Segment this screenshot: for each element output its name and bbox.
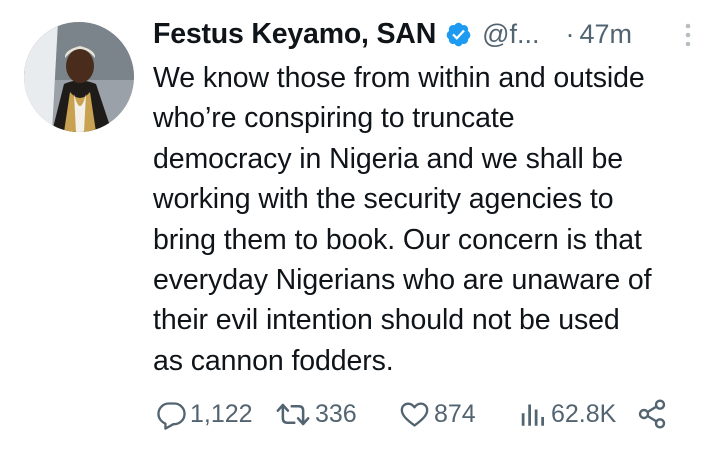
reply-button[interactable]: 1,122 — [156, 392, 253, 436]
author-name[interactable]: Festus Keyamo, SAN — [153, 18, 436, 51]
tweet-line: as cannon fodders. — [153, 344, 394, 377]
action-bar: 1,122 336 874 62.8K — [156, 392, 676, 436]
avatar[interactable] — [24, 22, 134, 132]
heart-icon — [400, 401, 429, 427]
tweet-line: their evil intention should not be used — [153, 304, 620, 337]
tweet-line: We know those from within and outside — [153, 62, 645, 94]
repost-count: 336 — [315, 399, 357, 428]
author-handle[interactable]: @f... — [482, 19, 539, 50]
views-count: 62.8K — [551, 399, 617, 428]
reply-icon — [157, 401, 186, 430]
repost-icon — [276, 403, 310, 425]
tweet-line: democracy in Nigeria and we shall be — [153, 142, 624, 175]
like-button[interactable]: 874 — [398, 392, 476, 436]
views-button[interactable]: 62.8K — [518, 392, 616, 436]
views-bar-chart-icon — [521, 404, 544, 426]
tweet-line: who’re conspiring to truncate — [153, 102, 515, 135]
more-vertical-icon[interactable] — [682, 22, 694, 48]
reply-count: 1,122 — [190, 399, 253, 428]
like-count: 874 — [434, 399, 476, 428]
share-icon — [638, 399, 666, 429]
verified-badge-icon — [446, 22, 471, 46]
tweet-header: Festus Keyamo, SAN @f... · 47m — [153, 12, 696, 56]
tweet-line: bring them to book. Our concern is that — [153, 223, 642, 256]
tweet-line: everyday Nigerians who are unaware of — [153, 264, 652, 297]
share-button[interactable] — [636, 392, 668, 436]
time-separator: · — [565, 18, 575, 49]
timestamp[interactable]: 47m — [580, 19, 633, 50]
avatar-image — [24, 22, 134, 132]
tweet-line: working with the security agencies to — [153, 183, 614, 216]
tweet-text: We know those from within and outside wh… — [153, 58, 713, 381]
repost-button[interactable]: 336 — [274, 392, 357, 436]
